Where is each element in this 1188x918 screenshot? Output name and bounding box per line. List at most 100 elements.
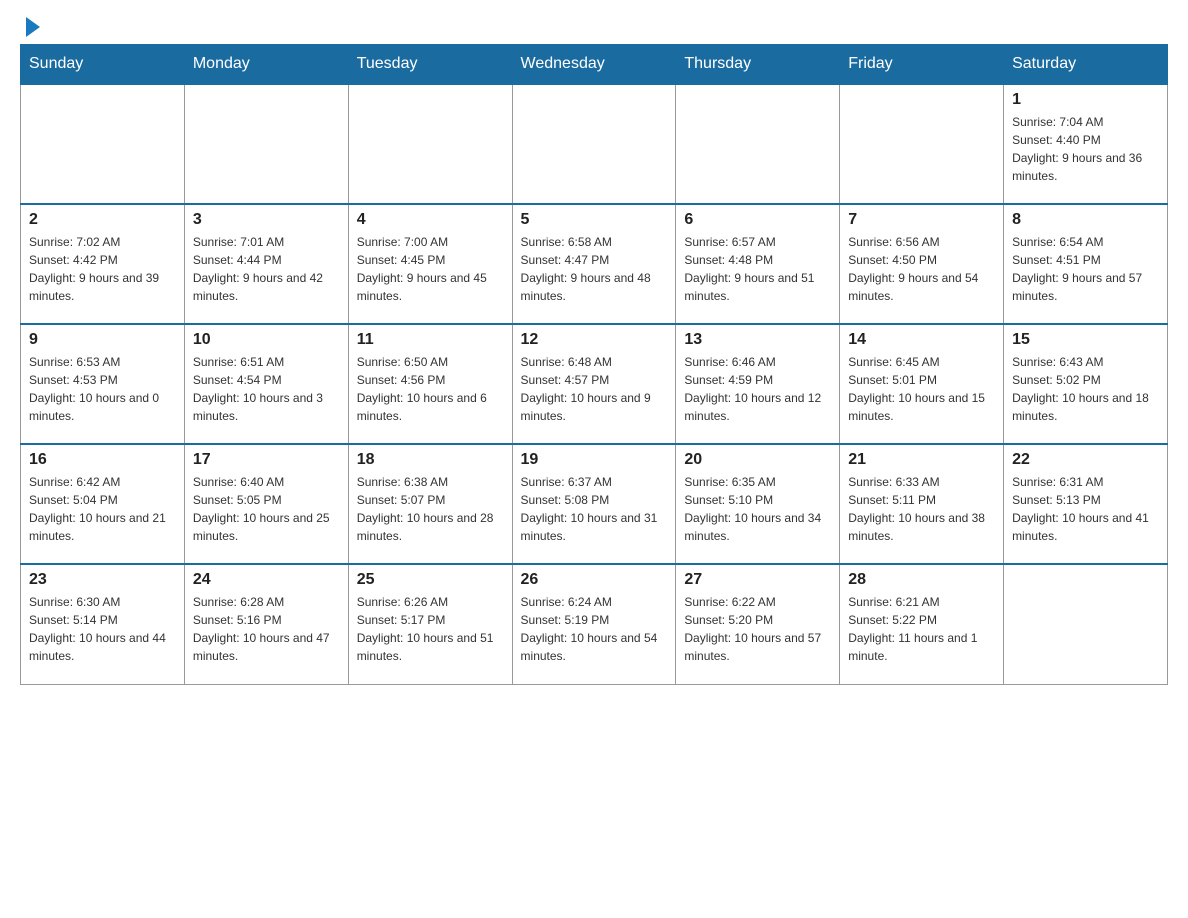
calendar-day-cell: 16 Sunrise: 6:42 AMSunset: 5:04 PMDayligh… [21,444,185,564]
day-number: 18 [357,451,504,469]
day-info: Sunrise: 6:28 AMSunset: 5:16 PMDaylight:… [193,593,340,665]
day-info: Sunrise: 6:33 AMSunset: 5:11 PMDaylight:… [848,473,995,545]
calendar-day-cell [348,84,512,204]
calendar-day-cell: 6Sunrise: 6:57 AMSunset: 4:48 PMDaylight… [676,204,840,324]
day-of-week-header: Friday [840,45,1004,85]
day-info: Sunrise: 6:31 AMSunset: 5:13 PMDaylight:… [1012,473,1159,545]
calendar-day-cell: 26 Sunrise: 6:24 AMSunset: 5:19 PMDayligh… [512,564,676,684]
day-info: Sunrise: 7:01 AMSunset: 4:44 PMDaylight:… [193,233,340,305]
calendar-day-cell: 1 Sunrise: 7:04 AMSunset: 4:40 PMDaylight… [1004,84,1168,204]
day-info: Sunrise: 6:53 AMSunset: 4:53 PMDaylight:… [29,353,176,425]
calendar-day-cell [1004,564,1168,684]
calendar-week-row: 2Sunrise: 7:02 AMSunset: 4:42 PMDaylight… [21,204,1168,324]
day-info: Sunrise: 6:37 AMSunset: 5:08 PMDaylight:… [521,473,668,545]
day-number: 20 [684,451,831,469]
calendar-day-cell: 18 Sunrise: 6:38 AMSunset: 5:07 PMDayligh… [348,444,512,564]
day-of-week-header: Saturday [1004,45,1168,85]
calendar-day-cell: 28 Sunrise: 6:21 AMSunset: 5:22 PMDayligh… [840,564,1004,684]
day-info: Sunrise: 6:46 AMSunset: 4:59 PMDaylight:… [684,353,831,425]
day-info: Sunrise: 6:51 AMSunset: 4:54 PMDaylight:… [193,353,340,425]
calendar-day-cell: 23 Sunrise: 6:30 AMSunset: 5:14 PMDayligh… [21,564,185,684]
day-info: Sunrise: 7:04 AMSunset: 4:40 PMDaylight:… [1012,113,1159,185]
day-number: 12 [521,331,668,349]
day-number: 23 [29,571,176,589]
day-number: 16 [29,451,176,469]
calendar-day-cell: 24 Sunrise: 6:28 AMSunset: 5:16 PMDayligh… [184,564,348,684]
day-number: 21 [848,451,995,469]
calendar-day-cell: 17 Sunrise: 6:40 AMSunset: 5:05 PMDayligh… [184,444,348,564]
day-number: 13 [684,331,831,349]
calendar-day-cell [21,84,185,204]
day-info: Sunrise: 6:58 AMSunset: 4:47 PMDaylight:… [521,233,668,305]
calendar-day-cell [840,84,1004,204]
day-number: 9 [29,331,176,349]
calendar-day-cell: 3 Sunrise: 7:01 AMSunset: 4:44 PMDaylight… [184,204,348,324]
calendar-day-cell [184,84,348,204]
day-info: Sunrise: 6:50 AMSunset: 4:56 PMDaylight:… [357,353,504,425]
calendar-day-cell [676,84,840,204]
day-info: Sunrise: 6:22 AMSunset: 5:20 PMDaylight:… [684,593,831,665]
day-of-week-header: Wednesday [512,45,676,85]
day-number: 27 [684,571,831,589]
day-info: Sunrise: 6:35 AMSunset: 5:10 PMDaylight:… [684,473,831,545]
day-of-week-header: Monday [184,45,348,85]
day-info: Sunrise: 6:21 AMSunset: 5:22 PMDaylight:… [848,593,995,665]
calendar-day-cell: 11 Sunrise: 6:50 AMSunset: 4:56 PMDayligh… [348,324,512,444]
calendar-day-cell: 2Sunrise: 7:02 AMSunset: 4:42 PMDaylight… [21,204,185,324]
day-number: 25 [357,571,504,589]
calendar-day-cell: 19Sunrise: 6:37 AMSunset: 5:08 PMDayligh… [512,444,676,564]
calendar-week-row: 9 Sunrise: 6:53 AMSunset: 4:53 PMDaylight… [21,324,1168,444]
day-number: 15 [1012,331,1159,349]
day-of-week-header: Tuesday [348,45,512,85]
day-number: 11 [357,331,504,349]
logo-arrow-icon [26,17,40,37]
day-number: 7 [848,211,995,229]
calendar-day-cell: 7Sunrise: 6:56 AMSunset: 4:50 PMDaylight… [840,204,1004,324]
calendar-day-cell: 20 Sunrise: 6:35 AMSunset: 5:10 PMDayligh… [676,444,840,564]
day-number: 2 [29,211,176,229]
day-info: Sunrise: 6:57 AMSunset: 4:48 PMDaylight:… [684,233,831,305]
calendar-day-cell: 25 Sunrise: 6:26 AMSunset: 5:17 PMDayligh… [348,564,512,684]
day-info: Sunrise: 6:43 AMSunset: 5:02 PMDaylight:… [1012,353,1159,425]
calendar-day-cell: 4Sunrise: 7:00 AMSunset: 4:45 PMDaylight… [348,204,512,324]
calendar-day-cell: 5 Sunrise: 6:58 AMSunset: 4:47 PMDaylight… [512,204,676,324]
day-info: Sunrise: 6:48 AMSunset: 4:57 PMDaylight:… [521,353,668,425]
logo [20,20,43,34]
calendar-table: SundayMondayTuesdayWednesdayThursdayFrid… [20,44,1168,685]
calendar-day-cell: 12 Sunrise: 6:48 AMSunset: 4:57 PMDayligh… [512,324,676,444]
calendar-day-cell: 22 Sunrise: 6:31 AMSunset: 5:13 PMDayligh… [1004,444,1168,564]
day-info: Sunrise: 6:54 AMSunset: 4:51 PMDaylight:… [1012,233,1159,305]
calendar-day-cell: 14Sunrise: 6:45 AMSunset: 5:01 PMDayligh… [840,324,1004,444]
calendar-day-cell: 13 Sunrise: 6:46 AMSunset: 4:59 PMDayligh… [676,324,840,444]
day-number: 3 [193,211,340,229]
calendar-week-row: 16 Sunrise: 6:42 AMSunset: 5:04 PMDayligh… [21,444,1168,564]
day-of-week-header: Sunday [21,45,185,85]
day-number: 17 [193,451,340,469]
day-number: 1 [1012,91,1159,109]
day-info: Sunrise: 7:00 AMSunset: 4:45 PMDaylight:… [357,233,504,305]
calendar-day-cell: 9 Sunrise: 6:53 AMSunset: 4:53 PMDaylight… [21,324,185,444]
day-number: 28 [848,571,995,589]
day-number: 24 [193,571,340,589]
day-info: Sunrise: 6:30 AMSunset: 5:14 PMDaylight:… [29,593,176,665]
day-info: Sunrise: 6:26 AMSunset: 5:17 PMDaylight:… [357,593,504,665]
day-number: 8 [1012,211,1159,229]
page-header [20,20,1168,34]
calendar-day-cell: 10 Sunrise: 6:51 AMSunset: 4:54 PMDayligh… [184,324,348,444]
calendar-header-row: SundayMondayTuesdayWednesdayThursdayFrid… [21,45,1168,85]
calendar-day-cell [512,84,676,204]
day-number: 26 [521,571,668,589]
day-number: 10 [193,331,340,349]
calendar-week-row: 23 Sunrise: 6:30 AMSunset: 5:14 PMDayligh… [21,564,1168,684]
day-info: Sunrise: 6:42 AMSunset: 5:04 PMDaylight:… [29,473,176,545]
calendar-day-cell: 15 Sunrise: 6:43 AMSunset: 5:02 PMDayligh… [1004,324,1168,444]
day-number: 14 [848,331,995,349]
day-number: 5 [521,211,668,229]
day-info: Sunrise: 6:38 AMSunset: 5:07 PMDaylight:… [357,473,504,545]
day-of-week-header: Thursday [676,45,840,85]
day-info: Sunrise: 6:40 AMSunset: 5:05 PMDaylight:… [193,473,340,545]
calendar-day-cell: 21 Sunrise: 6:33 AMSunset: 5:11 PMDayligh… [840,444,1004,564]
day-number: 22 [1012,451,1159,469]
calendar-day-cell: 27 Sunrise: 6:22 AMSunset: 5:20 PMDayligh… [676,564,840,684]
day-info: Sunrise: 6:24 AMSunset: 5:19 PMDaylight:… [521,593,668,665]
